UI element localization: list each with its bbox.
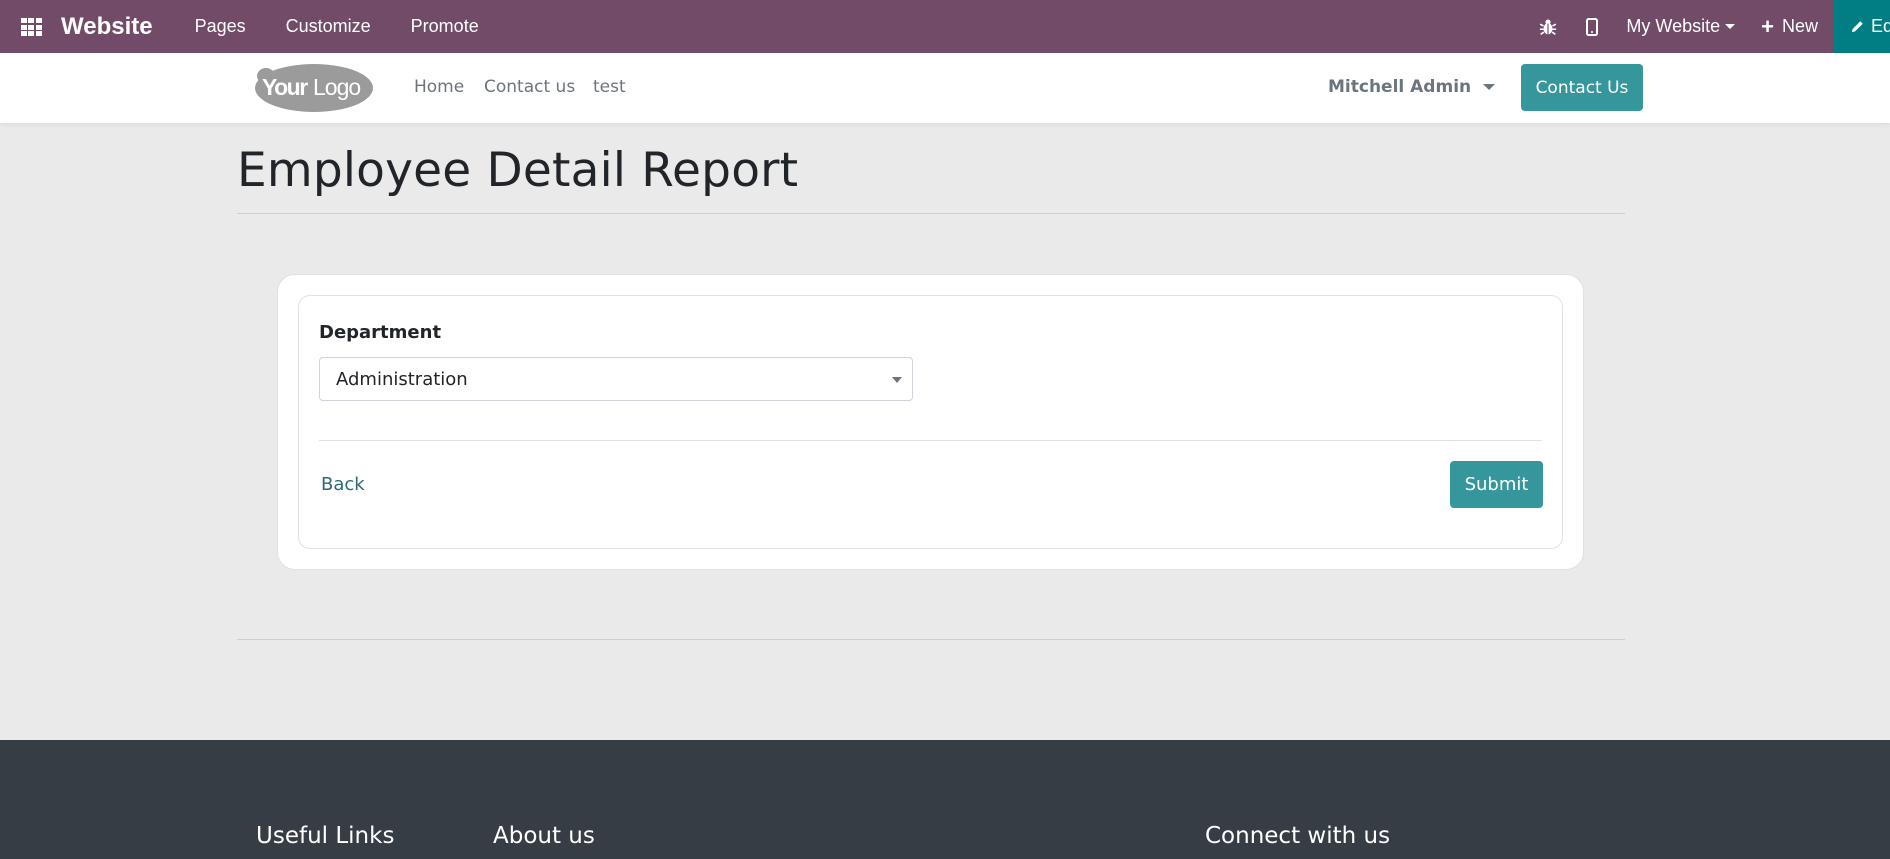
website-header: Your Logo Home Contact us test Mitchell … <box>0 53 1890 123</box>
debug-bug-icon[interactable] <box>1526 0 1570 53</box>
form-divider <box>319 440 1542 441</box>
content-divider <box>237 639 1625 640</box>
plus-icon: + <box>1761 13 1774 39</box>
user-name: Mitchell Admin <box>1328 77 1472 97</box>
department-select-value: Administration <box>336 369 468 390</box>
nav-home[interactable]: Home <box>414 77 464 97</box>
menu-promote[interactable]: Promote <box>391 0 499 53</box>
apps-menu-icon[interactable] <box>15 11 47 43</box>
mobile-preview-icon[interactable] <box>1570 0 1614 53</box>
department-select[interactable]: Administration <box>319 357 913 401</box>
chevron-down-icon <box>1725 24 1736 29</box>
chevron-down-icon <box>1483 84 1496 90</box>
nav-test[interactable]: test <box>593 77 626 97</box>
report-form: Department Administration Back Submit <box>298 295 1563 549</box>
dropdown-arrow-icon <box>892 377 902 383</box>
menu-pages[interactable]: Pages <box>175 0 266 53</box>
site-footer: Useful Links About us Connect with us <box>0 740 1890 859</box>
edit-button[interactable]: Ed <box>1834 0 1890 53</box>
nav-contact-us[interactable]: Contact us <box>484 77 575 97</box>
footer-heading-connect: Connect with us <box>1205 823 1391 849</box>
submit-button[interactable]: Submit <box>1450 461 1543 508</box>
edit-label: Ed <box>1871 16 1890 36</box>
footer-heading-about-us: About us <box>493 823 595 849</box>
title-divider <box>237 213 1625 214</box>
new-content-button[interactable]: + New <box>1747 13 1834 39</box>
back-link[interactable]: Back <box>321 474 365 495</box>
new-label: New <box>1781 16 1818 36</box>
svg-text:Logo: Logo <box>313 74 360 100</box>
footer-heading-useful-links: Useful Links <box>256 823 395 849</box>
website-switcher[interactable]: My Website <box>1614 16 1747 37</box>
pencil-icon <box>1851 21 1863 33</box>
user-menu[interactable]: Mitchell Admin <box>1328 77 1496 97</box>
site-logo[interactable]: Your Logo <box>254 62 374 114</box>
contact-us-button[interactable]: Contact Us <box>1521 64 1643 111</box>
app-brand[interactable]: Website <box>61 13 153 41</box>
menu-customize[interactable]: Customize <box>266 0 391 53</box>
website-switcher-label: My Website <box>1626 16 1721 36</box>
report-card: Department Administration Back Submit <box>277 274 1584 570</box>
page-title: Employee Detail Report <box>237 143 799 198</box>
svg-text:Your: Your <box>262 74 308 100</box>
department-label: Department <box>319 322 442 343</box>
admin-navbar: Website Pages Customize Promote My Websi… <box>0 0 1890 53</box>
